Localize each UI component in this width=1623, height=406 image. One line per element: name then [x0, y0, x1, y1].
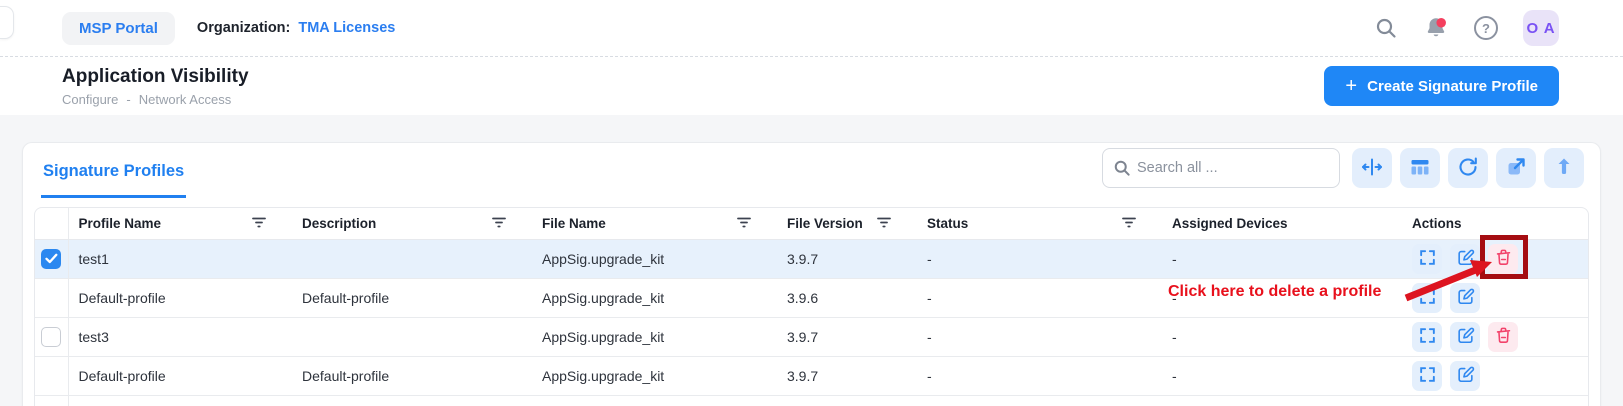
breadcrumb-network-access: Network Access — [139, 92, 231, 107]
export-icon — [1504, 155, 1528, 182]
cell-profile-name: test3 — [68, 317, 292, 356]
column-header-profile-name[interactable]: Profile Name — [68, 208, 292, 239]
upload-icon — [1552, 155, 1576, 182]
organization-link[interactable]: TMA Licenses — [298, 20, 395, 36]
content-area: Signature Profiles — [0, 115, 1623, 406]
cell-profile-name: test1 — [68, 239, 292, 278]
plus-icon: + — [1345, 76, 1357, 96]
column-header-description[interactable]: Description — [292, 208, 532, 239]
search-icon[interactable] — [1373, 15, 1399, 41]
cell-file-version: 3.9.7 — [777, 239, 917, 278]
row-checkbox-unchecked[interactable] — [41, 327, 61, 347]
upload-button[interactable] — [1544, 148, 1584, 188]
cell-description: Default-profile — [292, 278, 532, 317]
edit-icon — [1456, 326, 1475, 348]
cell-file-version: 3.9.7 — [777, 356, 917, 395]
cell-description: Default-profile — [292, 356, 532, 395]
column-header-file-version[interactable]: File Version — [777, 208, 917, 239]
cell-file-name: AppSig.upgrade_kit — [532, 239, 777, 278]
help-icon[interactable]: ? — [1473, 15, 1499, 41]
cell-assigned-devices: - — [1162, 239, 1402, 278]
column-header-status[interactable]: Status — [917, 208, 1162, 239]
page-title: Application Visibility — [62, 66, 249, 88]
card-toolbar: Signature Profiles — [23, 143, 1600, 198]
search-input[interactable] — [1102, 148, 1340, 188]
cell-status: - — [917, 356, 1162, 395]
table-tools — [1102, 148, 1584, 198]
delete-button[interactable] — [1488, 322, 1518, 352]
top-bar: MSP Portal Organization: TMA Licenses ? — [0, 0, 1623, 57]
column-header-assigned-devices[interactable]: Assigned Devices — [1162, 208, 1402, 239]
cell-file-name: AppSig.upgrade_kit — [532, 278, 777, 317]
topbar-actions: ? O A — [1373, 10, 1559, 46]
cell-assigned-devices: - — [1162, 356, 1402, 395]
msp-portal-button[interactable]: MSP Portal — [62, 12, 175, 45]
refresh-icon — [1456, 155, 1480, 182]
annotation-text: Click here to delete a profile — [1168, 283, 1418, 301]
cell-assigned-devices: - — [1162, 317, 1402, 356]
table-empty-space — [35, 395, 1588, 406]
header-checkbox-cell — [35, 208, 68, 239]
filter-icon[interactable] — [877, 216, 891, 231]
search-input-icon — [1112, 158, 1132, 183]
cell-file-name: AppSig.upgrade_kit — [532, 356, 777, 395]
organization-label: Organization: — [197, 20, 290, 36]
edit-icon — [1456, 365, 1475, 387]
cell-status: - — [917, 278, 1162, 317]
signature-profiles-card: Signature Profiles — [22, 142, 1601, 406]
cell-file-version: 3.9.6 — [777, 278, 917, 317]
expand-icon — [1418, 326, 1437, 348]
breadcrumb-separator: - — [126, 92, 130, 107]
page-header: Application Visibility Configure - Netwo… — [0, 57, 1623, 115]
filter-icon[interactable] — [252, 216, 266, 231]
export-button[interactable] — [1496, 148, 1536, 188]
row-checkbox-cell — [35, 317, 68, 356]
row-checkbox-cell — [35, 278, 68, 317]
filter-icon[interactable] — [492, 216, 506, 231]
refresh-button[interactable] — [1448, 148, 1488, 188]
notifications-bell-icon[interactable] — [1423, 15, 1449, 41]
application-visibility-page: MSP Portal Organization: TMA Licenses ? — [0, 0, 1623, 406]
edit-button[interactable] — [1450, 361, 1480, 391]
breadcrumb-configure: Configure — [62, 92, 118, 107]
row-checkbox-cell — [35, 356, 68, 395]
table-row[interactable]: test3 AppSig.upgrade_kit 3.9.7 - - — [35, 317, 1588, 356]
cell-status: - — [917, 317, 1162, 356]
trash-icon — [1494, 326, 1513, 348]
create-signature-profile-button[interactable]: + Create Signature Profile — [1324, 66, 1559, 106]
table-row[interactable]: Default-profile Default-profile AppSig.u… — [35, 356, 1588, 395]
breadcrumb: Configure - Network Access — [62, 92, 249, 107]
cell-profile-name: Default-profile — [68, 278, 292, 317]
expand-button[interactable] — [1412, 322, 1442, 352]
columns-icon — [1408, 155, 1432, 182]
cell-description — [292, 317, 532, 356]
cell-profile-name: Default-profile — [68, 356, 292, 395]
annotation-arrow — [1398, 250, 1502, 308]
filter-icon[interactable] — [1122, 216, 1136, 231]
expand-button[interactable] — [1412, 361, 1442, 391]
row-checkbox-cell — [35, 239, 68, 278]
fit-columns-icon — [1360, 155, 1384, 182]
column-header-file-name[interactable]: File Name — [532, 208, 777, 239]
cell-file-version: 3.9.7 — [777, 317, 917, 356]
sidebar-edge-stub[interactable] — [0, 6, 14, 39]
filter-icon[interactable] — [737, 216, 751, 231]
columns-button[interactable] — [1400, 148, 1440, 188]
avatar[interactable]: O A — [1523, 10, 1559, 46]
cell-description — [292, 239, 532, 278]
row-checkbox-checked[interactable] — [41, 249, 61, 269]
search-field-wrap — [1102, 148, 1340, 188]
fit-columns-button[interactable] — [1352, 148, 1392, 188]
table-header-row: Profile Name Description — [35, 208, 1588, 239]
table-row[interactable]: test1 AppSig.upgrade_kit 3.9.7 - - — [35, 239, 1588, 278]
expand-icon — [1418, 365, 1437, 387]
tab-signature-profiles[interactable]: Signature Profiles — [41, 143, 186, 198]
cell-file-name: AppSig.upgrade_kit — [532, 317, 777, 356]
edit-button[interactable] — [1450, 322, 1480, 352]
signature-profiles-table: Profile Name Description — [34, 207, 1589, 406]
cell-actions — [1402, 317, 1588, 356]
organization-breadcrumb: Organization: TMA Licenses — [197, 20, 395, 36]
cell-actions — [1402, 356, 1588, 395]
cell-status: - — [917, 239, 1162, 278]
